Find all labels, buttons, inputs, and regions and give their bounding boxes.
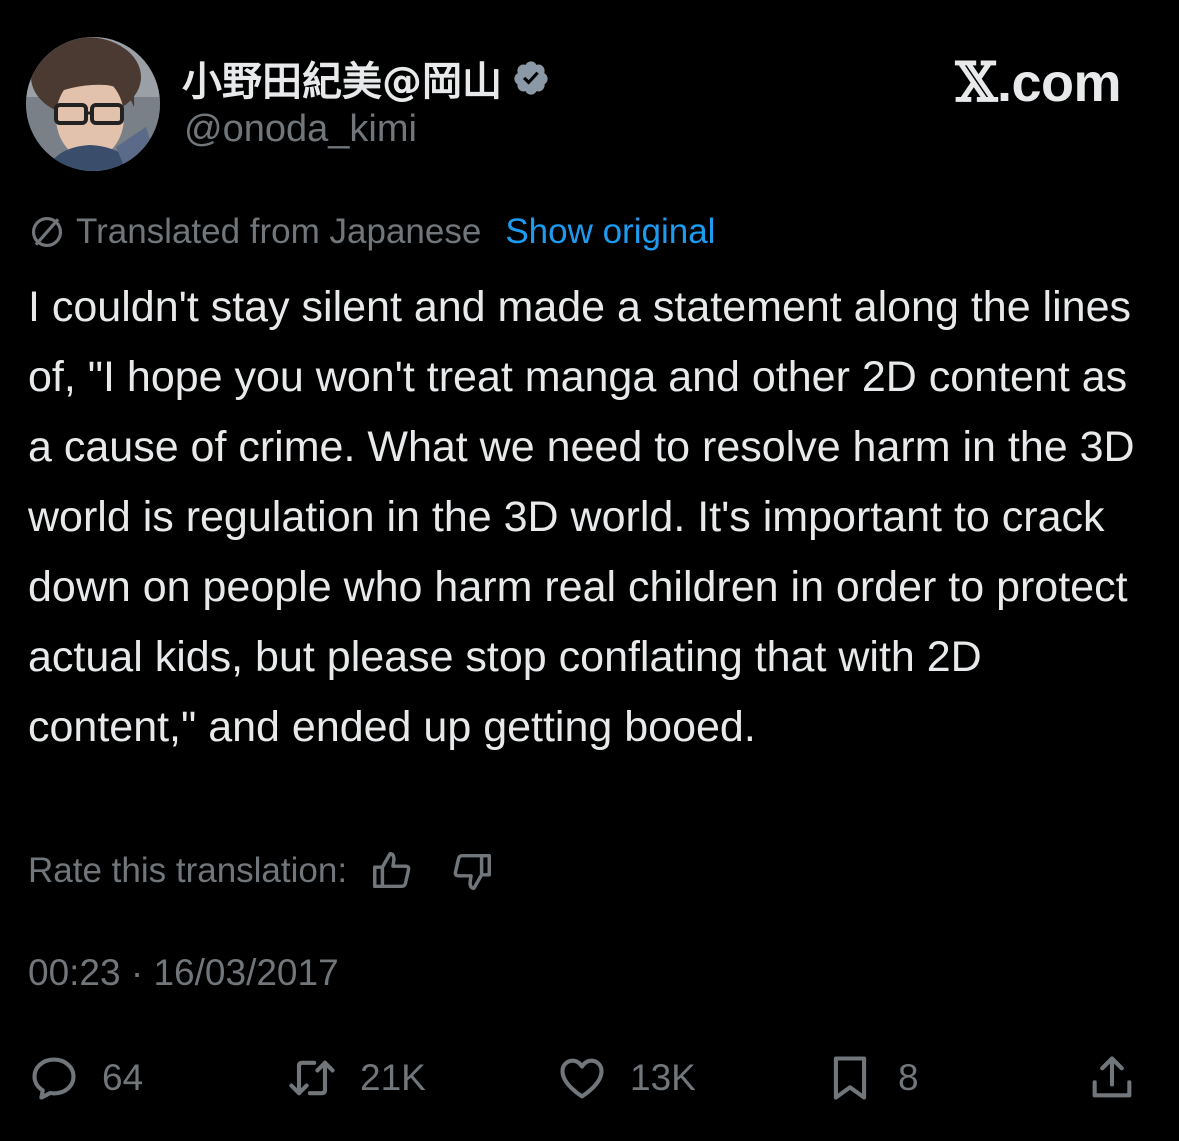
repost-button[interactable]: 21K (286, 1048, 426, 1108)
thumbs-up-icon[interactable] (369, 848, 415, 894)
bookmark-button[interactable]: 8 (824, 1048, 919, 1108)
heart-icon (556, 1052, 608, 1104)
reply-bubble-icon (28, 1052, 80, 1104)
author-name-row[interactable]: 小野田紀美@岡山 (182, 49, 550, 107)
timestamp-separator: · (120, 952, 154, 993)
author-handle[interactable]: @onoda_kimi (184, 108, 417, 151)
tweet-text: I couldn't stay silent and made a statem… (28, 283, 1135, 751)
rate-translation-label: Rate this translation: (28, 851, 348, 890)
action-bar: 64 21K 13K 8 (28, 1048, 1148, 1108)
x-com-watermark: 𝕏.com (955, 50, 1122, 114)
share-button[interactable] (1086, 1048, 1138, 1108)
like-button[interactable]: 13K (556, 1048, 696, 1108)
like-count: 13K (630, 1057, 696, 1098)
repost-count: 21K (360, 1057, 426, 1098)
avatar[interactable] (26, 37, 160, 171)
bookmark-count: 8 (898, 1057, 919, 1098)
translated-from-label: Translated from Japanese (76, 212, 482, 251)
repost-arrows-icon (286, 1052, 338, 1104)
reply-button[interactable]: 64 (28, 1048, 143, 1108)
profile-photo (26, 37, 160, 171)
translation-notice: Translated from Japanese Show original (28, 208, 715, 256)
tweet-date: 16/03/2017 (153, 952, 339, 993)
share-upload-icon (1086, 1052, 1138, 1104)
x-logo-icon: 𝕏 (955, 50, 998, 114)
thumbs-down-icon[interactable] (449, 848, 495, 894)
bookmark-icon (824, 1052, 876, 1104)
rate-translation-row: Rate this translation: (28, 846, 495, 896)
verified-badge-icon (512, 59, 550, 97)
tweet-timestamp[interactable]: 00:23 · 16/03/2017 (28, 952, 339, 994)
translate-globe-icon (28, 213, 66, 251)
show-original-link[interactable]: Show original (505, 212, 715, 252)
reply-count: 64 (102, 1057, 144, 1098)
brand-suffix: .com (996, 53, 1122, 113)
tweet-time: 00:23 (28, 952, 121, 993)
display-name[interactable]: 小野田紀美@岡山 (182, 49, 502, 107)
